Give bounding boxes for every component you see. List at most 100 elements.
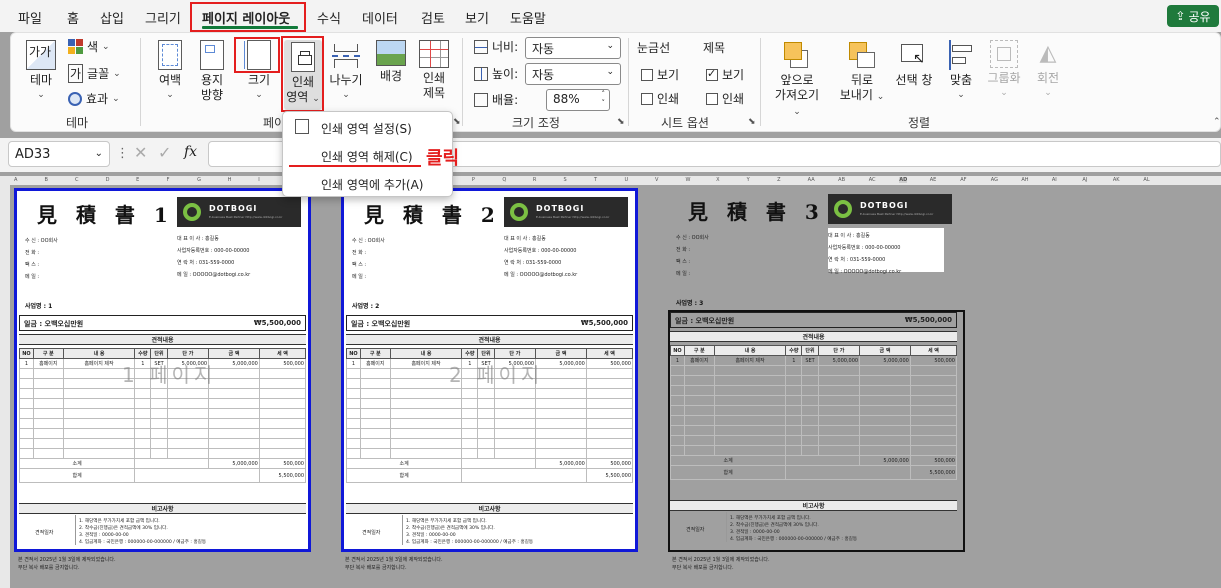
column-header-AK[interactable]: AK bbox=[1113, 177, 1120, 183]
column-header-U[interactable]: U bbox=[625, 177, 629, 183]
column-header-V[interactable]: V bbox=[655, 177, 658, 183]
set-print-area-item[interactable]: 인쇄 영역 설정(S) bbox=[283, 114, 452, 140]
menu-file[interactable]: 파일 bbox=[18, 8, 42, 27]
headings-view-checkbox[interactable]: 보기 bbox=[706, 66, 744, 83]
name-box[interactable]: AD33 ⌄ bbox=[8, 141, 110, 167]
column-header-D[interactable]: D bbox=[106, 177, 110, 183]
theme-colors-button[interactable]: 색 ⌄ bbox=[68, 38, 110, 55]
subtotal-tax: 500,000 bbox=[258, 458, 307, 469]
column-header-C[interactable]: C bbox=[75, 177, 79, 183]
column-header-AF[interactable]: AF bbox=[960, 177, 966, 183]
column-header-Z[interactable]: Z bbox=[777, 177, 780, 183]
column-header-AH[interactable]: AH bbox=[1021, 177, 1028, 183]
column-header-AB[interactable]: AB bbox=[838, 177, 845, 183]
table-cell bbox=[150, 398, 168, 409]
column-header-AC[interactable]: AC bbox=[869, 177, 876, 183]
send-backward-label-1: 뒤로 bbox=[850, 73, 874, 87]
menu-data[interactable]: 데이터 bbox=[362, 8, 398, 27]
menu-draw[interactable]: 그리기 bbox=[145, 8, 181, 27]
table-row bbox=[19, 398, 307, 409]
recipient-fax: 팩 스 : bbox=[25, 262, 40, 268]
theme-effects-button[interactable]: 효과 ⌄ bbox=[68, 90, 120, 107]
gridlines-view-checkbox[interactable]: 보기 bbox=[641, 66, 679, 83]
column-header-AE[interactable]: AE bbox=[930, 177, 937, 183]
theme-colors-label: 색 bbox=[87, 40, 99, 54]
table-cell bbox=[32, 448, 64, 459]
cancel-entry-icon[interactable]: ✕ bbox=[134, 143, 147, 162]
column-header-R[interactable]: R bbox=[533, 177, 536, 183]
confirm-entry-icon[interactable]: ✓ bbox=[158, 143, 171, 162]
scale-launcher-icon[interactable]: ⬊ bbox=[617, 117, 625, 127]
menu-insert[interactable]: 삽입 bbox=[100, 8, 124, 27]
print-titles-icon bbox=[419, 40, 449, 68]
column-header-A[interactable]: A bbox=[14, 177, 17, 183]
themes-button[interactable]: 가가 테마 ⌄ bbox=[24, 40, 58, 103]
insert-function-icon[interactable]: fx bbox=[184, 144, 197, 160]
share-button[interactable]: ⇪ 공유 bbox=[1167, 5, 1219, 27]
column-header-AA[interactable]: AA bbox=[808, 177, 815, 183]
menu-review[interactable]: 검토 bbox=[421, 8, 445, 27]
remarks-label: 견적일자 bbox=[35, 530, 54, 536]
column-header-AJ[interactable]: AJ bbox=[1082, 177, 1087, 183]
column-header: 금 액 bbox=[208, 348, 260, 359]
table-cell bbox=[258, 388, 307, 399]
table-cell bbox=[585, 428, 634, 439]
selection-pane-button[interactable]: ↖ 선택 창 bbox=[892, 40, 936, 88]
menu-home[interactable]: 홈 bbox=[67, 8, 79, 27]
bring-forward-button[interactable]: 앞으로 가져오기 ⌄ bbox=[770, 40, 824, 120]
menu-view[interactable]: 보기 bbox=[465, 8, 489, 27]
footer-note-1: 본 견적서 2025년 1월 3일에 제작되었습니다. bbox=[345, 557, 443, 563]
table-cell bbox=[389, 388, 463, 399]
scale-spinner[interactable]: 88% ˄ ˅ bbox=[546, 89, 610, 111]
spinner-arrows-icon[interactable]: ˄ ˅ bbox=[602, 90, 606, 108]
remarks-divider bbox=[75, 515, 76, 545]
column-header-B[interactable]: B bbox=[45, 177, 48, 183]
theme-fonts-button[interactable]: 가 글꼴 ⌄ bbox=[68, 64, 121, 83]
subtotal-amount: 5,000,000 bbox=[535, 458, 587, 469]
column-header-Y[interactable]: Y bbox=[747, 177, 750, 183]
recipient-email: 메 일 : bbox=[676, 271, 691, 277]
headings-print-checkbox[interactable]: 인쇄 bbox=[706, 90, 744, 107]
column-header-AD[interactable]: AD bbox=[899, 177, 908, 183]
column-header: NO bbox=[19, 348, 34, 359]
sheet-options-launcher-icon[interactable]: ⬊ bbox=[748, 117, 756, 127]
send-backward-button[interactable]: 뒤로 보내기 ⌄ bbox=[836, 40, 888, 105]
background-button[interactable]: 배경 bbox=[374, 40, 408, 84]
column-header-AL[interactable]: AL bbox=[1143, 177, 1149, 183]
more-options-icon[interactable]: ⋮ bbox=[116, 146, 129, 161]
page-setup-launcher-icon[interactable]: ⬊ bbox=[453, 117, 461, 127]
align-button[interactable]: 맞춤 ⌄ bbox=[944, 40, 978, 103]
margins-button[interactable]: 여백 ⌄ bbox=[152, 40, 188, 103]
column-header-S[interactable]: S bbox=[563, 177, 566, 183]
column-header-AI[interactable]: AI bbox=[1052, 177, 1057, 183]
column-header-P[interactable]: P bbox=[472, 177, 475, 183]
column-header-AG[interactable]: AG bbox=[991, 177, 998, 183]
table-cell bbox=[535, 398, 587, 409]
send-backward-icon bbox=[847, 40, 877, 70]
column-header-G[interactable]: G bbox=[197, 177, 201, 183]
chevron-down-icon: ⌄ bbox=[876, 92, 885, 102]
collapse-ribbon-icon[interactable]: ⌃ bbox=[1213, 117, 1221, 127]
add-to-print-area-item[interactable]: 인쇄 영역에 추가(A) bbox=[283, 170, 452, 196]
orientation-button[interactable]: 용지 방향 bbox=[192, 40, 232, 103]
print-titles-label-2: 제목 bbox=[422, 86, 446, 100]
breaks-button[interactable]: 나누기 ⌄ bbox=[328, 40, 364, 103]
menu-formulas[interactable]: 수식 bbox=[317, 8, 341, 27]
width-select[interactable]: 자동 ⌄ bbox=[525, 37, 621, 59]
column-header-Q[interactable]: Q bbox=[502, 177, 506, 183]
column-header-E[interactable]: E bbox=[136, 177, 139, 183]
column-header-F[interactable]: F bbox=[167, 177, 170, 183]
gridlines-print-checkbox[interactable]: 인쇄 bbox=[641, 90, 679, 107]
table-cell bbox=[493, 408, 537, 419]
breaks-icon bbox=[332, 40, 360, 70]
table-cell bbox=[19, 448, 34, 459]
print-titles-button[interactable]: 인쇄 제목 bbox=[416, 40, 452, 101]
column-header-T[interactable]: T bbox=[594, 177, 597, 183]
column-header-X[interactable]: X bbox=[716, 177, 719, 183]
column-header-I[interactable]: I bbox=[258, 177, 259, 183]
height-select[interactable]: 자동 ⌄ bbox=[525, 63, 621, 85]
column-header-W[interactable]: W bbox=[686, 177, 691, 183]
column-header-H[interactable]: H bbox=[228, 177, 232, 183]
menu-help[interactable]: 도움말 bbox=[510, 8, 546, 27]
table-cell bbox=[258, 398, 307, 409]
